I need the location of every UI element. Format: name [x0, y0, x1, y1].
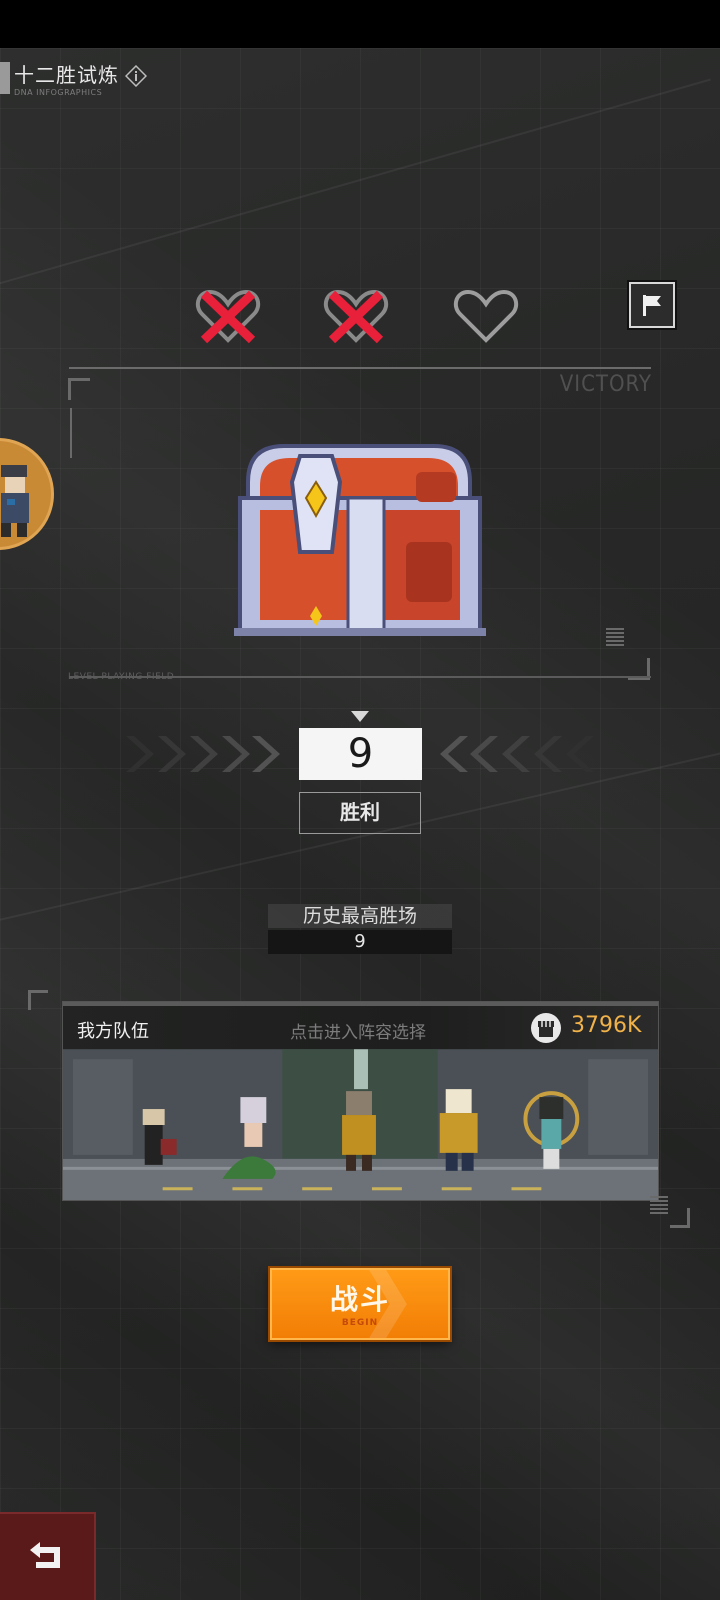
corner-bracket [670, 1208, 690, 1228]
corner-bracket [28, 990, 48, 1010]
win-count-display: 9 [299, 728, 422, 780]
fight-begin-button[interactable]: 战斗 BEGIN [270, 1268, 450, 1340]
side-character-avatar[interactable] [0, 438, 54, 550]
paper-crease [0, 78, 711, 290]
bars-icon [606, 628, 624, 646]
back-arrow-icon [30, 1542, 60, 1568]
result-label: 胜利 [299, 792, 421, 834]
corner-bracket [68, 378, 90, 400]
page-title: 十二胜试炼 [14, 63, 119, 87]
page-subtitle: DNA INFOGRAPHICS [14, 88, 103, 97]
back-button[interactable] [0, 1512, 96, 1600]
team-characters-scene [63, 1049, 658, 1200]
title-accent-bar [0, 62, 10, 94]
chevrons-right-icon [126, 736, 280, 772]
fist-icon [531, 1013, 561, 1043]
pointer-down-icon [351, 711, 369, 722]
victory-label: VICTORY [559, 372, 652, 397]
info-icon[interactable] [125, 65, 147, 87]
game-screen: 十二胜试炼 DNA INFOGRAPHICS VICTORY 9 胜利 历史最高… [0, 48, 720, 1600]
chevrons-left-icon [440, 736, 594, 772]
remaining-life-heart-icon [453, 289, 519, 343]
treasure-chest-icon [234, 444, 486, 636]
lost-life-heart-icon [195, 289, 261, 344]
best-record-label: 历史最高胜场 [268, 904, 452, 928]
side-tick [70, 408, 74, 458]
best-record-value: 9 [268, 930, 452, 954]
flag-icon [643, 295, 661, 316]
team-power-value: 3796K [571, 1013, 642, 1038]
team-panel[interactable]: 我方队伍 点击进入阵容选择 3796K [62, 1001, 659, 1201]
team-label: 我方队伍 [77, 1021, 149, 1042]
divider-top [69, 367, 651, 369]
team-header: 我方队伍 点击进入阵容选择 3796K [63, 1006, 658, 1049]
bars-icon [650, 1196, 668, 1214]
fight-button-label: 战斗 [329, 1283, 390, 1316]
lives-row [0, 284, 720, 354]
fight-button-sublabel: BEGIN [341, 1318, 379, 1328]
surrender-flag-button[interactable] [629, 282, 675, 328]
pixel-character-portrait [1, 465, 29, 537]
lost-life-heart-icon [323, 289, 389, 344]
divider-bottom [69, 676, 651, 678]
page-header: 十二胜试炼 DNA INFOGRAPHICS [0, 62, 147, 97]
team-select-hint: 点击进入阵容选择 [290, 1023, 426, 1043]
